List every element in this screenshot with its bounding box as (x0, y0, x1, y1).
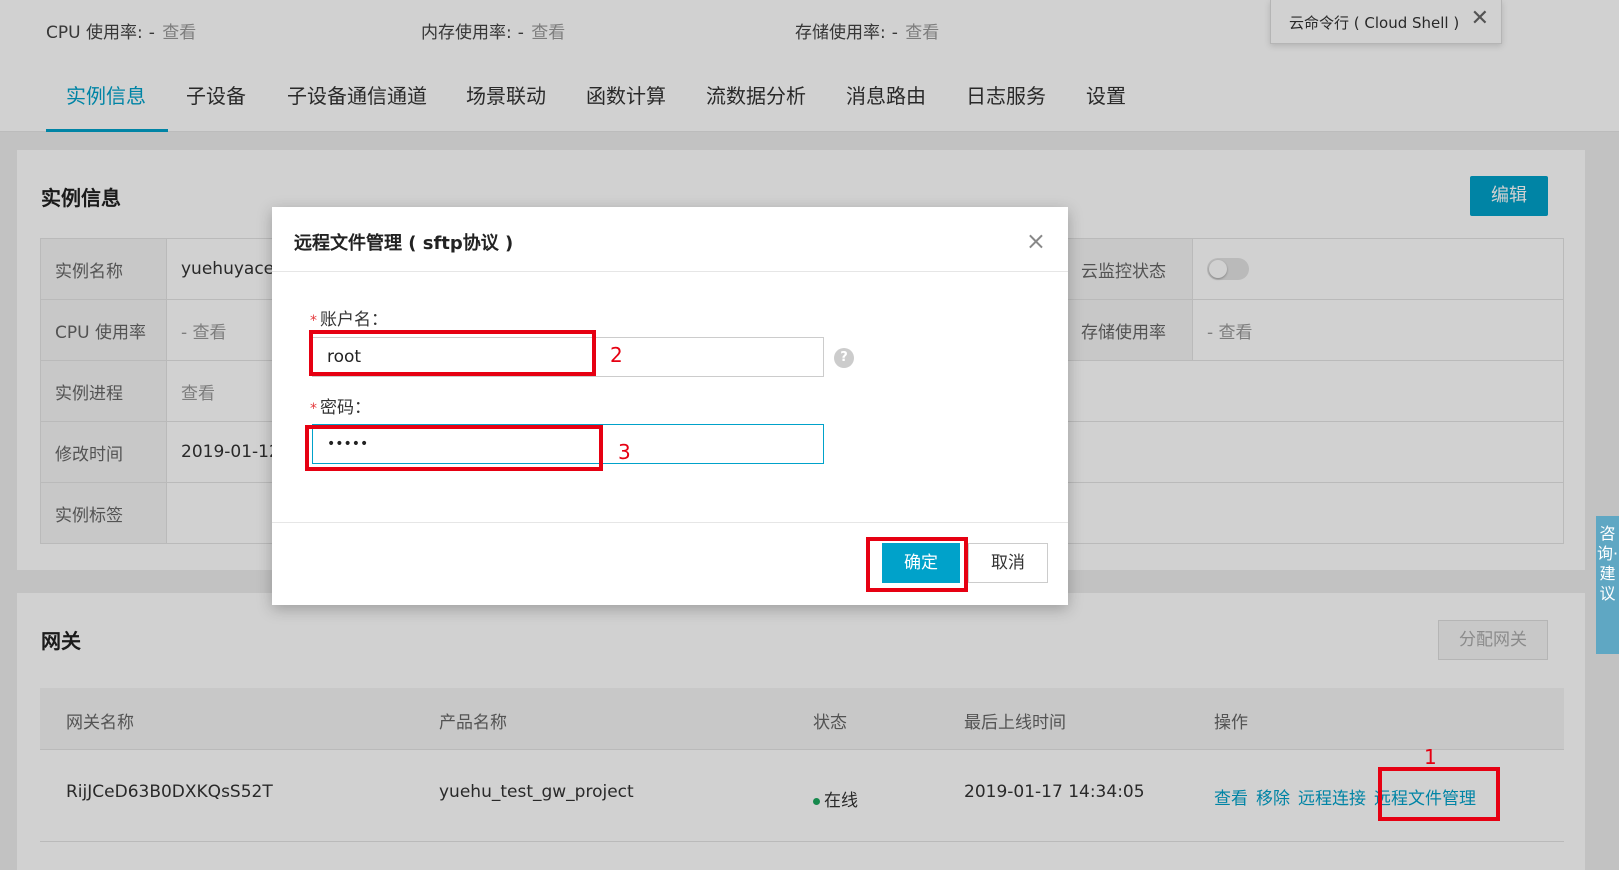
annotation-number-3: 3 (618, 440, 631, 464)
required-mark: * (310, 313, 317, 329)
close-icon[interactable]: × (1026, 229, 1046, 253)
account-label-text: 账户名： (320, 310, 388, 330)
footer-divider (272, 522, 1068, 523)
annotation-number-2: 2 (610, 343, 623, 367)
annotation-box-confirm (866, 537, 968, 592)
help-icon[interactable]: ? (834, 348, 854, 368)
annotation-box-password (305, 425, 603, 471)
cancel-button[interactable]: 取消 (968, 543, 1048, 583)
annotation-box-file-manage (1378, 767, 1500, 821)
feedback-tab[interactable]: 咨询·建议 (1596, 516, 1619, 654)
password-label: * 密码： (310, 393, 371, 418)
header-divider (272, 271, 1068, 272)
annotation-box-account (309, 330, 596, 376)
dialog-title: 远程文件管理 ( sftp协议 ) (294, 233, 514, 254)
required-mark: * (310, 401, 317, 417)
annotation-number-1: 1 (1424, 745, 1437, 769)
account-label: * 账户名： (310, 305, 388, 330)
password-label-text: 密码： (320, 398, 371, 418)
